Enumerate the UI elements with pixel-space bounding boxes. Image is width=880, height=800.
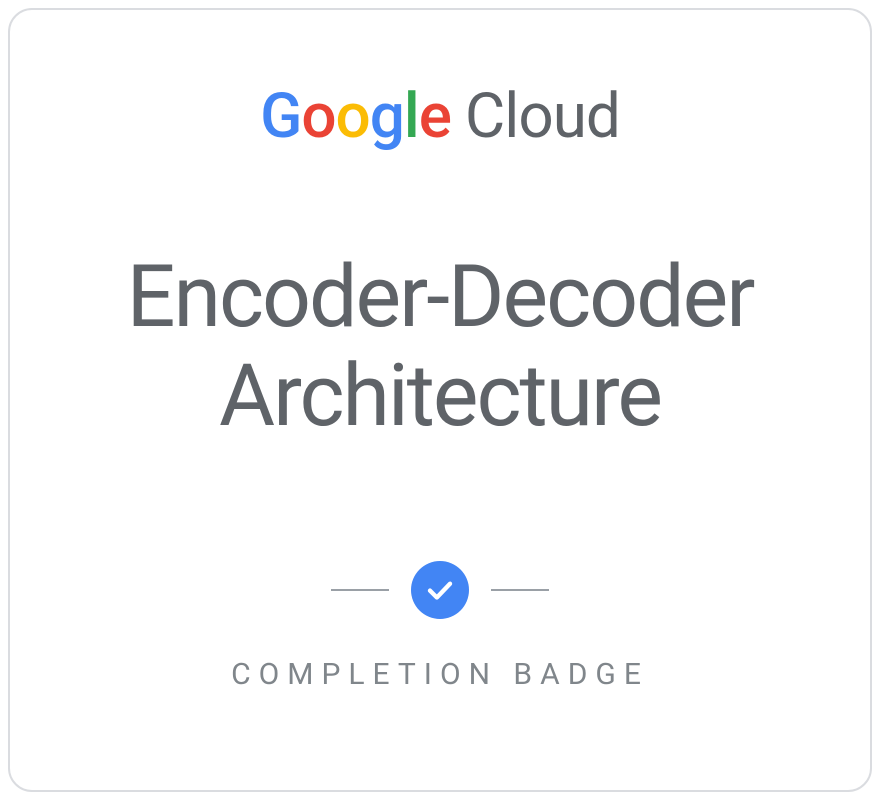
badge-title: Encoder-Decoder Architecture bbox=[127, 248, 754, 446]
divider-line-right bbox=[491, 589, 549, 591]
title-line-2: Architecture bbox=[127, 347, 754, 446]
title-line-1: Encoder-Decoder bbox=[127, 248, 754, 347]
checkmark-icon bbox=[425, 575, 455, 605]
footer-label: COMPLETION BADGE bbox=[231, 657, 649, 692]
badge-card: Google Cloud Encoder-Decoder Architectur… bbox=[8, 8, 872, 792]
checkmark-circle-icon bbox=[411, 561, 469, 619]
brand-logo-row: Google Cloud bbox=[260, 80, 620, 153]
google-logo: Google bbox=[260, 80, 451, 153]
divider-line-left bbox=[331, 589, 389, 591]
product-name: Cloud bbox=[465, 80, 620, 153]
divider-row bbox=[331, 561, 549, 619]
